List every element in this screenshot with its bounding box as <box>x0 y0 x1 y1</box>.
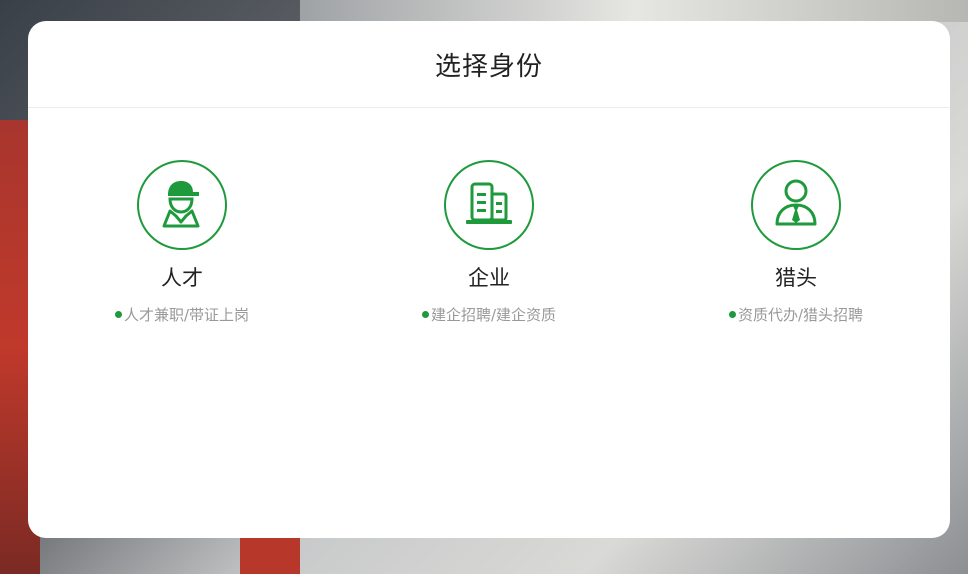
modal-header: 选择身份 <box>28 21 950 108</box>
option-talent-label: 人才 <box>161 266 203 290</box>
talent-icon-circle[interactable] <box>137 160 227 250</box>
option-enterprise-desc: 建企招聘/建企资质 <box>421 304 557 325</box>
identity-select-modal: 选择身份 人才 人才兼职/带证上岗 企业 建企招聘/建企资质 猎头 资质代办/猎… <box>28 21 950 538</box>
option-enterprise-desc-text: 建企招聘/建企资质 <box>430 306 557 324</box>
option-talent-desc-text: 人才兼职/带证上岗 <box>123 306 250 324</box>
option-headhunter-desc: 资质代办/猎头招聘 <box>728 304 864 325</box>
headhunter-icon <box>773 178 819 232</box>
option-headhunter-label: 猎头 <box>775 266 817 290</box>
modal-title: 选择身份 <box>434 51 543 82</box>
option-talent-desc: 人才兼职/带证上岗 <box>114 304 250 325</box>
option-headhunter[interactable]: 猎头 资质代办/猎头招聘 <box>696 160 896 325</box>
option-headhunter-desc-text: 资质代办/猎头招聘 <box>737 306 864 324</box>
option-enterprise-label: 企业 <box>468 266 510 290</box>
headhunter-icon-circle[interactable] <box>751 160 841 250</box>
enterprise-icon-circle[interactable] <box>444 160 534 250</box>
bullet-dot <box>728 311 736 318</box>
building-icon <box>464 180 514 230</box>
identity-options: 人才 人才兼职/带证上岗 企业 建企招聘/建企资质 猎头 资质代办/猎头招聘 <box>28 108 950 538</box>
worker-icon <box>159 178 205 232</box>
option-enterprise[interactable]: 企业 建企招聘/建企资质 <box>389 160 589 325</box>
bullet-dot <box>421 311 429 318</box>
option-talent[interactable]: 人才 人才兼职/带证上岗 <box>82 160 282 325</box>
background-photo-top <box>300 0 968 22</box>
bullet-dot <box>114 311 122 318</box>
